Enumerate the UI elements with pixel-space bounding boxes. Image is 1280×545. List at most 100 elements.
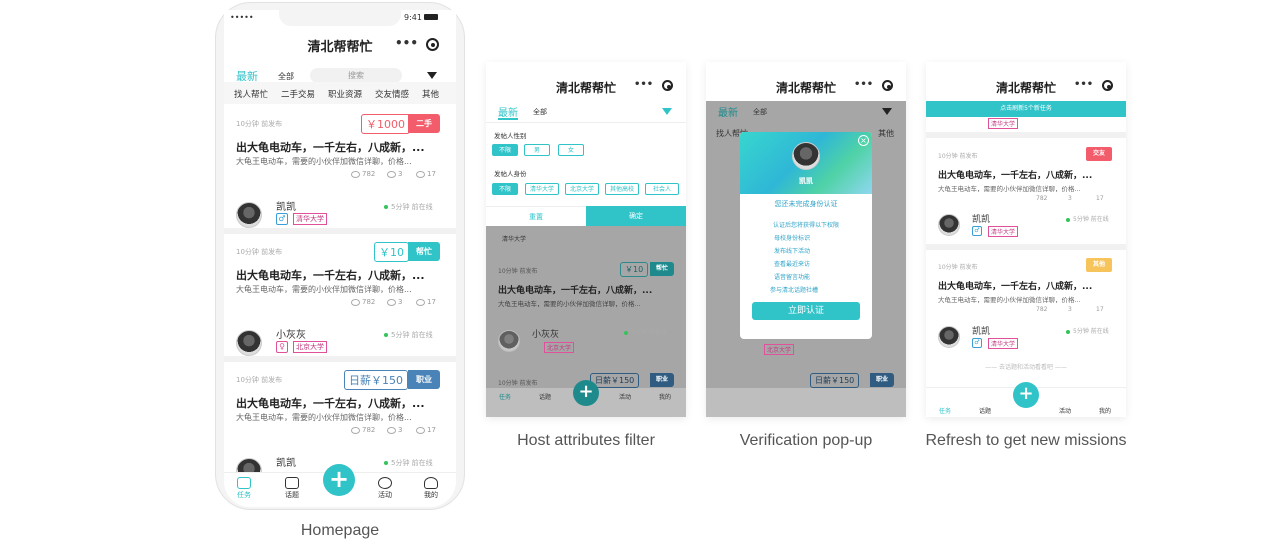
user-name[interactable]: 小灰灰 xyxy=(532,327,559,340)
post-title: 出大龟电动车，一千左右，八成新，... xyxy=(498,286,653,296)
tabbar-events[interactable]: 活动 xyxy=(614,392,636,401)
user-name[interactable]: 凯凯 xyxy=(972,324,990,337)
post-title: 出大龟电动车，一千左右，八成新，... xyxy=(236,141,425,154)
tabbar-events[interactable]: 活动 xyxy=(373,477,397,500)
view-count: 782 xyxy=(1036,306,1048,313)
verify-subheading: 认证后您将获得以下权限 xyxy=(772,222,839,229)
category-tag: 职业 xyxy=(650,373,674,387)
add-post-button[interactable]: + xyxy=(573,380,599,406)
post-card[interactable]: 10分钟 前发布 日薪￥150 职业 出大龟电动车，一千左右，八成新，... 大… xyxy=(224,362,456,484)
search-input[interactable]: 搜索 xyxy=(310,68,402,83)
comment-count: 3 xyxy=(1068,195,1072,202)
tabbar-tasks[interactable]: 任务 xyxy=(232,477,256,500)
comment-icon xyxy=(387,298,396,306)
tabbar-topics[interactable]: 话题 xyxy=(280,477,304,500)
post-title: 出大龟电动车，一千左右，八成新，... xyxy=(938,171,1093,181)
tabbar-me[interactable]: 我的 xyxy=(419,477,443,500)
user-name[interactable]: 凯凯 xyxy=(972,212,990,225)
filter-icon[interactable] xyxy=(882,108,892,115)
close-miniprogram-icon[interactable] xyxy=(662,80,673,91)
tab-latest[interactable]: 最新 xyxy=(718,104,738,119)
nav-bar: 清北帮帮忙 ••• xyxy=(224,26,456,62)
user-name[interactable]: 凯凯 xyxy=(276,454,296,469)
price-badge: ￥10 xyxy=(374,242,409,262)
filter-icon[interactable] xyxy=(427,72,437,79)
category-career[interactable]: 职业资源 xyxy=(328,88,362,100)
tab-all[interactable]: 全部 xyxy=(753,107,767,117)
add-post-button[interactable]: + xyxy=(323,464,355,496)
post-card[interactable]: 10分钟 前发布 ￥10 帮忙 出大龟电动车，一千左右，八成新，... 大龟王电… xyxy=(224,234,456,358)
gender-male-chip[interactable]: 男 xyxy=(524,144,550,156)
avatar[interactable] xyxy=(938,214,960,236)
gender-female-chip[interactable]: 女 xyxy=(558,144,584,156)
male-icon: ♂ xyxy=(276,213,288,225)
avatar[interactable] xyxy=(236,202,262,228)
tab-all[interactable]: 全部 xyxy=(533,107,547,117)
comment-icon xyxy=(387,170,396,178)
price-badge: 日薪￥150 xyxy=(810,373,860,388)
price-badge: ￥1000 xyxy=(361,114,410,134)
app-title: 清北帮帮忙 xyxy=(307,40,373,55)
refresh-banner[interactable]: 点击刷新5个新任务 xyxy=(926,101,1126,117)
more-icon[interactable]: ••• xyxy=(634,79,653,90)
post-card[interactable]: 10分钟 前发布 ￥1000 二手 出大龟电动车，一千左右，八成新，... 大龟… xyxy=(224,106,456,230)
close-icon[interactable]: × xyxy=(858,135,869,146)
caption-verification: Verification pop-up xyxy=(739,432,873,449)
verify-now-button[interactable]: 立即认证 xyxy=(752,302,860,320)
identity-pku-chip[interactable]: 北京大学 xyxy=(565,183,599,195)
caption-filter: Host attributes filter xyxy=(517,432,655,449)
more-icon[interactable]: ••• xyxy=(395,36,418,50)
category-help[interactable]: 找人帮忙 xyxy=(234,88,268,100)
identity-other-school-chip[interactable]: 其他高校 xyxy=(605,183,639,195)
confirm-button[interactable]: 确定 xyxy=(586,206,686,226)
school-badge: 清华大学 xyxy=(293,213,327,225)
user-name: 凯凯 xyxy=(799,177,813,185)
view-count: 782 xyxy=(351,170,375,178)
category-other[interactable]: 其他 xyxy=(422,88,439,100)
online-status: 5分钟 前在线 xyxy=(1066,214,1109,223)
reset-button[interactable]: 重置 xyxy=(486,206,586,226)
identity-any-chip[interactable]: 不限 xyxy=(492,183,518,195)
tabbar-topics[interactable]: 话题 xyxy=(974,406,996,415)
category-tag: 其他 xyxy=(1086,258,1112,272)
category-other[interactable]: 其他 xyxy=(878,128,894,139)
app-title: 清北帮帮忙 xyxy=(555,81,616,95)
heart-icon xyxy=(416,298,425,306)
tabbar-tasks[interactable]: 任务 xyxy=(934,406,956,415)
gender-filter-label: 发帖人性别 xyxy=(494,132,527,140)
school-badge: 清华大学 xyxy=(988,226,1019,237)
category-bar: 找人帮忙 二手交易 职业资源 交友情感 其他 xyxy=(224,82,456,104)
identity-public-chip[interactable]: 社会人 xyxy=(645,183,679,195)
tabbar-me[interactable]: 我的 xyxy=(1094,406,1116,415)
tabbar-me[interactable]: 我的 xyxy=(654,392,676,401)
more-icon[interactable]: ••• xyxy=(854,79,873,90)
tabbar-events[interactable]: 活动 xyxy=(1054,406,1076,415)
post-title: 出大龟电动车，一千左右，八成新，... xyxy=(938,282,1093,292)
divider xyxy=(926,244,1126,250)
identity-filter-label: 发帖人身份 xyxy=(494,170,527,178)
add-post-button[interactable]: + xyxy=(1013,382,1039,408)
close-miniprogram-icon[interactable] xyxy=(1102,80,1113,91)
user-name[interactable]: 小灰灰 xyxy=(276,326,306,341)
user-name[interactable]: 凯凯 xyxy=(276,198,296,213)
tab-latest[interactable]: 最新 xyxy=(498,104,518,119)
tabbar-topics[interactable]: 话题 xyxy=(534,392,556,401)
perm-topic-community: 参与清北话题社槽 xyxy=(770,287,819,294)
comment-count: 3 xyxy=(387,298,402,306)
online-status: 5分钟 前在线 xyxy=(624,327,667,336)
avatar[interactable] xyxy=(498,330,520,352)
filter-icon[interactable] xyxy=(662,108,672,115)
online-status: 5分钟 前在线 xyxy=(384,330,433,340)
identity-tsinghua-chip[interactable]: 清华大学 xyxy=(525,183,559,195)
close-miniprogram-icon[interactable] xyxy=(882,80,893,91)
caption-homepage: Homepage xyxy=(300,522,380,539)
tabbar-tasks[interactable]: 任务 xyxy=(494,392,516,401)
avatar[interactable] xyxy=(938,326,960,348)
more-icon[interactable]: ••• xyxy=(1074,79,1093,90)
avatar[interactable] xyxy=(236,330,262,356)
close-miniprogram-icon[interactable] xyxy=(426,38,439,51)
gender-any-chip[interactable]: 不限 xyxy=(492,144,518,156)
tab-all[interactable]: 全部 xyxy=(278,71,294,82)
category-secondhand[interactable]: 二手交易 xyxy=(281,88,315,100)
category-dating[interactable]: 交友情感 xyxy=(375,88,409,100)
